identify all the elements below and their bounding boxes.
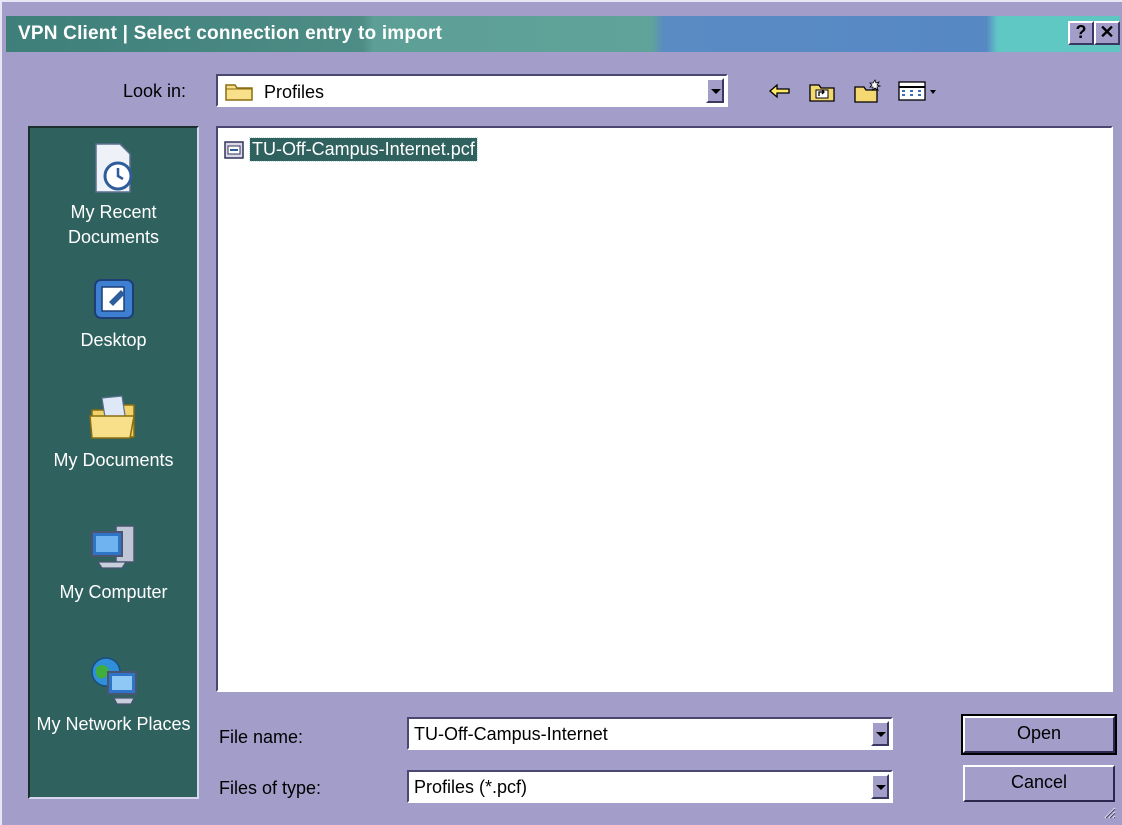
place-label: Desktop: [80, 330, 147, 350]
place-label: My Recent Documents: [67, 202, 160, 247]
resize-grip-icon[interactable]: [1102, 805, 1116, 819]
window-title: VPN Client | Select connection entry to …: [18, 23, 443, 44]
file-name-label: File name:: [219, 727, 304, 747]
desktop-icon: [93, 279, 134, 319]
open-button[interactable]: Open: [961, 714, 1117, 755]
file-name: TU-Off-Campus-Internet.pcf: [249, 137, 478, 162]
file-name-value: TU-Off-Campus-Internet: [414, 724, 608, 744]
place-label: My Documents: [53, 450, 174, 470]
view-menu-icon[interactable]: [897, 78, 941, 104]
place-network-places[interactable]: My Network Places: [30, 654, 197, 737]
dialog-window: VPN Client | Select connection entry to …: [0, 0, 1122, 825]
place-desktop[interactable]: Desktop: [30, 276, 197, 353]
place-my-computer[interactable]: My Computer: [30, 522, 197, 605]
network-places-icon: [90, 657, 137, 705]
folder-icon: [225, 84, 253, 101]
place-my-documents[interactable]: My Documents: [30, 392, 197, 473]
file-name-field[interactable]: TU-Off-Campus-Internet: [407, 717, 893, 750]
chevron-down-icon[interactable]: [871, 721, 889, 746]
recent-documents-icon: [94, 143, 132, 193]
up-one-level-icon[interactable]: [808, 78, 836, 104]
pcf-file-icon: [224, 141, 244, 159]
file-list[interactable]: TU-Off-Campus-Internet.pcf: [216, 126, 1113, 692]
look-in-label-text: Look in:: [123, 81, 187, 101]
file-type-select[interactable]: Profiles (*.pcf): [407, 770, 893, 803]
look-in-label: Look in:: [123, 81, 186, 102]
my-computer-icon: [90, 525, 135, 569]
close-button[interactable]: ✕: [1094, 21, 1120, 45]
title-bar[interactable]: VPN Client | Select connection entry to …: [6, 16, 1120, 52]
place-label: My Computer: [59, 582, 168, 602]
my-documents-icon: [88, 395, 135, 439]
look-in-dropdown[interactable]: Profiles: [216, 74, 728, 107]
new-folder-icon[interactable]: [853, 78, 883, 104]
file-type-label: Files of type:: [219, 778, 322, 798]
back-arrow-icon[interactable]: [767, 78, 793, 104]
places-bar: My Recent Documents Desktop My Documents: [28, 126, 199, 799]
cancel-button[interactable]: Cancel: [963, 765, 1115, 802]
file-open-dialog: VPN Client | Select connection entry to …: [0, 0, 1122, 825]
help-button[interactable]: ?: [1068, 21, 1094, 45]
file-type-value: Profiles (*.pcf): [414, 777, 528, 797]
chevron-down-icon[interactable]: [871, 774, 889, 799]
place-recent-documents[interactable]: My Recent Documents: [30, 140, 197, 250]
place-label: My Network Places: [36, 714, 191, 734]
look-in-value: Profiles: [264, 82, 325, 102]
chevron-down-icon[interactable]: [706, 78, 724, 103]
